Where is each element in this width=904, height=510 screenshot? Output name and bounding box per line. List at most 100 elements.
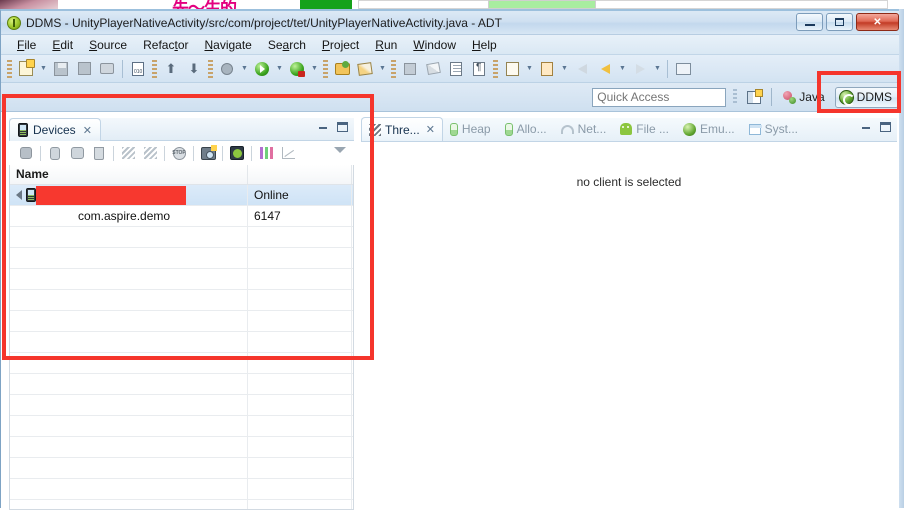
show-whitespace-icon[interactable]: [468, 58, 490, 80]
close-icon[interactable]: ✕: [426, 123, 435, 136]
menu-item-file[interactable]: File: [9, 36, 44, 54]
detail-minimize-icon[interactable]: [861, 122, 871, 132]
last-edit-dropdown-icon[interactable]: ▼: [559, 58, 570, 80]
menu-item-window[interactable]: Window: [405, 36, 464, 54]
toolbar-drag-handle-4[interactable]: [323, 59, 328, 78]
run-icon[interactable]: [251, 58, 273, 80]
toolbar-drag-handle-2[interactable]: [152, 59, 157, 78]
minimize-button[interactable]: [796, 13, 823, 31]
toggle-ant-icon[interactable]: [399, 58, 421, 80]
run-as-dropdown-icon[interactable]: ▼: [309, 58, 320, 80]
debug-icon[interactable]: [216, 58, 238, 80]
tab-system-information[interactable]: Syst...: [742, 117, 805, 141]
save-all-icon[interactable]: [73, 58, 95, 80]
open-perspective-icon[interactable]: [744, 87, 764, 107]
table-row-empty[interactable]: [10, 458, 353, 479]
toolbar-drag-handle-3[interactable]: [208, 59, 213, 78]
external-tools-icon[interactable]: [672, 58, 694, 80]
forward-dropdown-icon[interactable]: ▼: [652, 58, 663, 80]
perspective-button-ddms[interactable]: DDMS: [834, 86, 899, 108]
trace-view-icon[interactable]: [277, 142, 299, 164]
system-performance-icon[interactable]: [255, 142, 277, 164]
menu-item-refactor[interactable]: Refactor: [135, 36, 196, 54]
table-row-empty[interactable]: [10, 500, 353, 509]
next-annotation-icon[interactable]: [501, 58, 523, 80]
dump-hprof-icon[interactable]: [66, 142, 88, 164]
column-header-name[interactable]: Name: [10, 165, 248, 184]
tab-emulator-control[interactable]: Emu...: [676, 117, 742, 141]
menu-item-help[interactable]: Help: [464, 36, 505, 54]
detail-maximize-icon[interactable]: [880, 122, 891, 132]
update-heap-icon[interactable]: [44, 142, 66, 164]
back-icon[interactable]: [571, 58, 593, 80]
menu-item-source[interactable]: Source: [81, 36, 135, 54]
tab-threads[interactable]: Thre... ✕: [361, 117, 443, 141]
tab-allocation-tracker[interactable]: Allo...: [498, 117, 554, 141]
table-row-empty[interactable]: [10, 332, 353, 353]
menu-item-run[interactable]: Run: [367, 36, 405, 54]
marker-icon[interactable]: [354, 58, 376, 80]
toolbar-drag-handle[interactable]: [7, 59, 12, 78]
view-menu-icon[interactable]: [334, 147, 346, 153]
tab-devices[interactable]: Devices ✕: [9, 118, 101, 141]
back-history-icon[interactable]: [594, 58, 616, 80]
import-icon[interactable]: ⬇: [183, 58, 205, 80]
table-row-empty[interactable]: [10, 395, 353, 416]
marker-dropdown-icon[interactable]: ▼: [377, 58, 388, 80]
tab-network-statistics[interactable]: Net...: [554, 117, 614, 141]
column-header-status[interactable]: [248, 165, 352, 184]
debug-dropdown-icon[interactable]: ▼: [239, 58, 250, 80]
table-row-empty[interactable]: [10, 416, 353, 437]
new-wizard-icon[interactable]: [15, 58, 37, 80]
table-row-empty[interactable]: [10, 290, 353, 311]
debug-process-icon[interactable]: [15, 142, 37, 164]
menu-item-edit[interactable]: Edit: [44, 36, 81, 54]
screen-capture-icon[interactable]: [197, 142, 219, 164]
update-threads-icon[interactable]: [117, 142, 139, 164]
table-row[interactable]: com.aspire.demo 6147: [10, 206, 353, 227]
save-icon[interactable]: [50, 58, 72, 80]
print-icon[interactable]: [96, 58, 118, 80]
device-view-icon[interactable]: [226, 142, 248, 164]
table-row-empty[interactable]: [10, 353, 353, 374]
perspective-button-java[interactable]: Java: [779, 87, 830, 108]
last-edit-location-icon[interactable]: [536, 58, 558, 80]
stop-process-icon[interactable]: STOP: [168, 142, 190, 164]
forward-icon[interactable]: [629, 58, 651, 80]
menu-item-project[interactable]: Project: [314, 36, 367, 54]
expander-icon[interactable]: [16, 190, 22, 200]
back-dropdown-icon[interactable]: ▼: [617, 58, 628, 80]
table-row[interactable]: Online: [10, 185, 353, 206]
menu-item-search[interactable]: Search: [260, 36, 314, 54]
devices-maximize-icon[interactable]: [337, 122, 348, 132]
maximize-button[interactable]: [826, 13, 853, 31]
table-row-empty[interactable]: [10, 227, 353, 248]
tab-file-explorer[interactable]: File ...: [613, 117, 676, 141]
toolbar-drag-handle-6[interactable]: [493, 59, 498, 78]
table-row-empty[interactable]: [10, 479, 353, 500]
new-java-class-icon[interactable]: [127, 58, 149, 80]
tab-heap[interactable]: Heap: [443, 117, 498, 141]
open-resource-icon[interactable]: [331, 58, 353, 80]
quick-access-input[interactable]: [592, 87, 727, 107]
new-wizard-dropdown-icon[interactable]: ▼: [38, 58, 49, 80]
table-row-empty[interactable]: [10, 311, 353, 332]
close-icon[interactable]: ✕: [83, 124, 92, 137]
next-annotation-dropdown-icon[interactable]: ▼: [524, 58, 535, 80]
export-icon[interactable]: ⬆: [160, 58, 182, 80]
table-row-empty[interactable]: [10, 248, 353, 269]
menu-item-navigate[interactable]: Navigate: [196, 36, 259, 54]
devices-minimize-icon[interactable]: [318, 122, 328, 132]
table-row-empty[interactable]: [10, 437, 353, 458]
brush-icon[interactable]: [422, 58, 444, 80]
open-type-icon[interactable]: [445, 58, 467, 80]
perspective-bar-drag-handle[interactable]: [733, 89, 738, 105]
run-as-icon[interactable]: [286, 58, 308, 80]
close-button[interactable]: ✕: [856, 13, 899, 31]
toolbar-drag-handle-5[interactable]: [391, 59, 396, 78]
cause-gc-icon[interactable]: [88, 142, 110, 164]
table-row-empty[interactable]: [10, 269, 353, 290]
run-dropdown-icon[interactable]: ▼: [274, 58, 285, 80]
start-method-profiling-icon[interactable]: [139, 142, 161, 164]
table-row-empty[interactable]: [10, 374, 353, 395]
